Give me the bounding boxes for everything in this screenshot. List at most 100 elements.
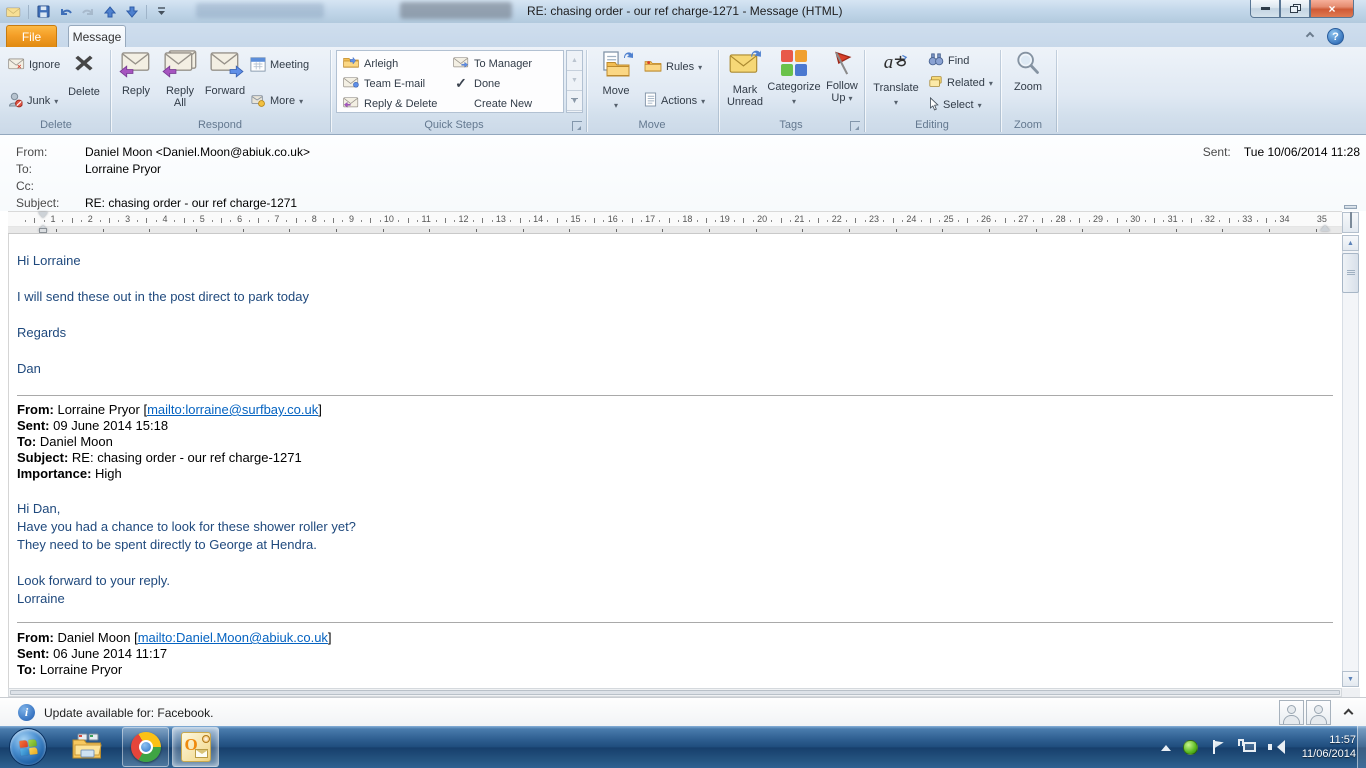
thumb-grip [1347, 270, 1355, 275]
undo-icon[interactable] [58, 5, 73, 18]
actions-icon [644, 92, 657, 110]
scroll-thumb[interactable] [1342, 253, 1359, 293]
gallery-up-button[interactable]: ▲ [567, 51, 582, 71]
ignore-button[interactable]: × Ignore [8, 55, 60, 75]
ruler-number: 15 [570, 214, 580, 224]
clock-date: 11/06/2014 [1302, 747, 1356, 761]
hscroll-thumb[interactable] [10, 690, 1340, 695]
gallery-more-button[interactable]: ▼ [567, 91, 582, 111]
mark-unread-button[interactable]: Mark Unread [722, 50, 768, 108]
forward-button[interactable]: Forward [202, 50, 248, 97]
dropdown-arrow-icon: ▾ [299, 97, 303, 106]
taskbar-outlook-button[interactable]: O [172, 727, 219, 767]
ruler[interactable]: 1234567891011121314151617181920212223242… [8, 211, 1342, 234]
screen: { "titlebar": { "title": "RE: chasing or… [0, 0, 1366, 768]
taskbar-clock[interactable]: 11:57 11/06/2014 [1302, 733, 1356, 761]
right-indent-marker[interactable] [1320, 220, 1330, 231]
related-button[interactable]: Related ▾ [928, 73, 993, 93]
action-center-icon[interactable] [1210, 739, 1226, 755]
collapse-ribbon-button[interactable] [1304, 31, 1316, 41]
group-label-quick-steps: Quick Steps [330, 119, 578, 133]
translate-button[interactable]: a Translate ▾ [870, 50, 922, 108]
junk-button[interactable]: Junk ▾ [8, 91, 58, 111]
quick-step-team-email[interactable]: Team E-mail [343, 74, 425, 93]
start-button[interactable] [9, 728, 47, 766]
presence-avatar[interactable] [1279, 700, 1304, 725]
ruler-number: 13 [496, 214, 506, 224]
save-icon[interactable] [36, 5, 51, 18]
show-desktop-button[interactable] [1357, 726, 1366, 768]
person-icon [1314, 705, 1323, 714]
ignore-icon: × [8, 57, 25, 73]
quick-step-arleigh[interactable]: Arleigh [343, 54, 398, 73]
scroll-up-button[interactable]: ▲ [1342, 235, 1359, 251]
next-item-icon[interactable] [124, 5, 139, 18]
meeting-button[interactable]: Meeting [250, 55, 309, 75]
presence-avatar[interactable] [1306, 700, 1331, 725]
customize-qat-icon[interactable] [154, 5, 169, 18]
ruler-number: 26 [981, 214, 991, 224]
find-button[interactable]: Find [928, 51, 969, 71]
mailto-link[interactable]: mailto:lorraine@surfbay.co.uk [147, 402, 318, 417]
reply-all-button[interactable]: Reply All [158, 50, 202, 109]
quick-step-reply-delete[interactable]: Reply & Delete [343, 94, 437, 113]
status-orb-icon[interactable] [1183, 740, 1198, 755]
windows-logo-icon [19, 739, 37, 756]
follow-up-button[interactable]: Follow Up ▾ [822, 50, 862, 105]
window-title: RE: chasing order - our ref charge-1271 … [527, 4, 842, 18]
quoted-from-line: From: Lorraine Pryor [mailto:lorraine@su… [17, 402, 322, 417]
left-indent-marker[interactable] [39, 228, 47, 233]
dropdown-arrow-icon: ▾ [54, 97, 58, 106]
body-paragraph: Hi Lorraine [17, 253, 81, 268]
network-icon[interactable] [1238, 739, 1256, 755]
minimize-button[interactable] [1250, 0, 1280, 18]
tab-message[interactable]: Message [68, 25, 126, 47]
quick-steps-scroll: ▲ ▼ ▼ [566, 50, 583, 113]
zoom-button[interactable]: Zoom [1004, 50, 1052, 93]
quick-step-create-new[interactable]: Create New [453, 94, 532, 113]
scroll-track[interactable] [1342, 251, 1359, 671]
actions-button[interactable]: Actions ▾ [644, 91, 705, 111]
previous-item-icon[interactable] [102, 5, 117, 18]
select-button[interactable]: Select ▾ [928, 95, 982, 115]
scroll-down-button[interactable]: ▼ [1342, 671, 1359, 687]
ruler-toggle-icon [1350, 212, 1352, 228]
reply-icon [121, 50, 151, 76]
close-button[interactable]: × [1310, 0, 1354, 18]
help-button[interactable]: ? [1327, 28, 1344, 45]
scrollbar-corner [1342, 688, 1360, 697]
group-separator [1056, 50, 1057, 132]
explorer-folder-icon [70, 732, 106, 762]
sent-value: Tue 10/06/2014 11:28 [1244, 145, 1360, 159]
rules-button[interactable]: Rules ▾ [644, 57, 702, 77]
quick-steps-dialog-launcher[interactable] [572, 121, 582, 131]
tags-dialog-launcher[interactable] [850, 121, 860, 131]
delete-button[interactable]: × Delete [60, 50, 108, 98]
body-paragraph: Dan [17, 361, 41, 376]
quick-step-to-manager[interactable]: To Manager [453, 54, 532, 73]
restore-icon [1290, 4, 1301, 13]
ruler-toggle-button[interactable] [1342, 212, 1359, 233]
horizontal-scrollbar[interactable] [8, 688, 1342, 697]
more-respond-button[interactable]: More ▾ [250, 91, 303, 111]
ruler-number: 18 [682, 214, 692, 224]
group-label-zoom: Zoom [1000, 119, 1056, 133]
tab-file[interactable]: File [6, 25, 57, 47]
categorize-button[interactable]: Categorize ▾ [766, 50, 822, 107]
mailto-link[interactable]: mailto:Daniel.Moon@abiuk.co.uk [138, 630, 328, 645]
taskbar-explorer-button[interactable] [70, 732, 106, 762]
subject-label: Subject: [16, 196, 59, 210]
reply-button[interactable]: Reply [116, 50, 156, 97]
show-hidden-icons-button[interactable] [1161, 740, 1171, 751]
follow-up-flag-icon [830, 65, 854, 79]
gallery-down-button[interactable]: ▼ [567, 71, 582, 91]
quick-step-done[interactable]: ✓ Done [453, 74, 500, 93]
split-handle[interactable] [1344, 205, 1357, 209]
taskbar-chrome-button[interactable] [122, 727, 169, 767]
move-button[interactable]: Move ▾ [594, 50, 638, 111]
message-body[interactable]: Hi Lorraine I will send these out in the… [8, 234, 1342, 688]
sent-row: Sent: Tue 10/06/2014 11:28 [1203, 145, 1360, 159]
volume-icon[interactable] [1268, 739, 1286, 755]
restore-button[interactable] [1280, 0, 1310, 18]
expand-chevron-icon[interactable] [1344, 709, 1354, 719]
